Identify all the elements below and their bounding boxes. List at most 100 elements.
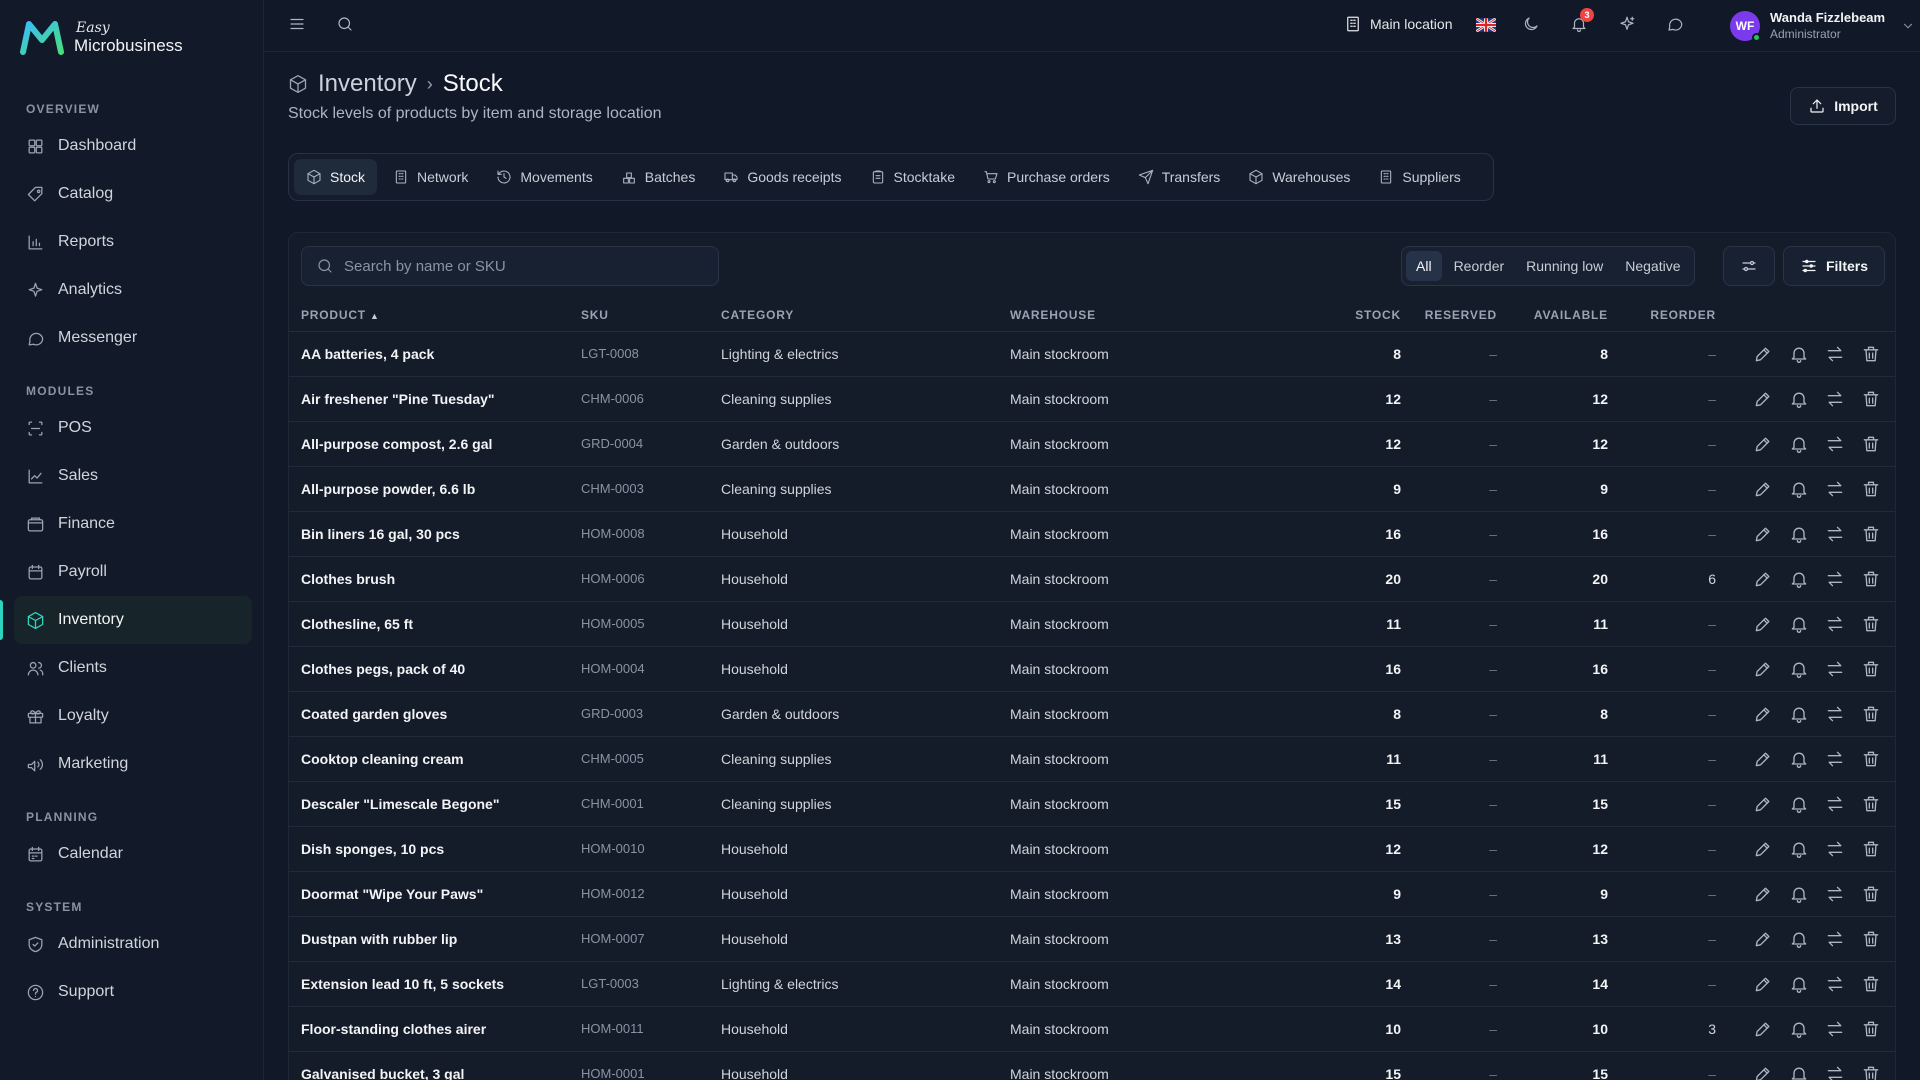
sidebar-item-reports[interactable]: Reports <box>14 218 252 266</box>
filter-reorder-button[interactable]: Reorder <box>1444 251 1515 281</box>
alert-button[interactable] <box>1789 344 1809 364</box>
column-header-warehouse[interactable]: WAREHOUSE <box>1010 299 1322 332</box>
edit-button[interactable] <box>1753 749 1773 769</box>
delete-button[interactable] <box>1861 434 1881 454</box>
alert-button[interactable] <box>1789 929 1809 949</box>
tab-warehouses[interactable]: Warehouses <box>1236 159 1362 195</box>
alert-button[interactable] <box>1789 839 1809 859</box>
delete-button[interactable] <box>1861 524 1881 544</box>
column-header-stock[interactable]: STOCK <box>1322 299 1401 332</box>
edit-button[interactable] <box>1753 569 1773 589</box>
edit-button[interactable] <box>1753 839 1773 859</box>
sidebar-item-support[interactable]: Support <box>14 968 252 1016</box>
transfer-button[interactable] <box>1825 794 1845 814</box>
table-row[interactable]: Air freshener "Pine Tuesday" CHM-0006 Clea… <box>289 376 1895 422</box>
alert-button[interactable] <box>1789 389 1809 409</box>
transfer-button[interactable] <box>1825 1064 1845 1080</box>
edit-button[interactable] <box>1753 434 1773 454</box>
table-row[interactable]: Coated garden gloves GRD-0003 Garden & out… <box>289 691 1895 737</box>
filter-running-low-button[interactable]: Running low <box>1516 251 1613 281</box>
alert-button[interactable] <box>1789 479 1809 499</box>
table-row[interactable]: Clothes pegs, pack of 40 HOM-0004 Househol… <box>289 646 1895 692</box>
breadcrumb-inventory[interactable]: Inventory <box>318 70 417 98</box>
sidebar-item-clients[interactable]: Clients <box>14 644 252 692</box>
alert-button[interactable] <box>1789 1064 1809 1080</box>
menu-icon[interactable] <box>288 15 306 33</box>
tab-goods-receipts[interactable]: Goods receipts <box>711 159 853 195</box>
delete-button[interactable] <box>1861 839 1881 859</box>
search-input[interactable] <box>344 257 704 275</box>
column-header-reorder[interactable]: REORDER <box>1608 299 1716 332</box>
sparkle-icon[interactable] <box>1618 15 1636 33</box>
sidebar-item-analytics[interactable]: Analytics <box>14 266 252 314</box>
sidebar-item-messenger[interactable]: Messenger <box>14 314 252 362</box>
alert-button[interactable] <box>1789 974 1809 994</box>
tab-movements[interactable]: Movements <box>484 159 604 195</box>
transfer-button[interactable] <box>1825 659 1845 679</box>
table-row[interactable]: Doormat "Wipe Your Paws" HOM-0012 Househol… <box>289 871 1895 917</box>
transfer-button[interactable] <box>1825 434 1845 454</box>
moon-icon[interactable] <box>1522 15 1540 33</box>
sidebar-item-dashboard[interactable]: Dashboard <box>14 122 252 170</box>
edit-button[interactable] <box>1753 479 1773 499</box>
column-header-product[interactable]: PRODUCT ▲ <box>289 299 581 332</box>
alert-button[interactable] <box>1789 1019 1809 1039</box>
transfer-button[interactable] <box>1825 524 1845 544</box>
table-row[interactable]: Dish sponges, 10 pcs HOM-0010 Household Mai… <box>289 826 1895 872</box>
edit-button[interactable] <box>1753 524 1773 544</box>
delete-button[interactable] <box>1861 884 1881 904</box>
user-menu[interactable]: WF Wanda Fizzlebeam Administrator <box>1730 10 1915 42</box>
edit-button[interactable] <box>1753 974 1773 994</box>
sidebar-item-finance[interactable]: Finance <box>14 500 252 548</box>
sidebar-item-payroll[interactable]: Payroll <box>14 548 252 596</box>
transfer-button[interactable] <box>1825 974 1845 994</box>
location-selector[interactable]: Main location <box>1344 15 1453 33</box>
sidebar-item-loyalty[interactable]: Loyalty <box>14 692 252 740</box>
edit-button[interactable] <box>1753 1064 1773 1080</box>
alert-button[interactable] <box>1789 614 1809 634</box>
search-box[interactable] <box>301 246 719 286</box>
table-row[interactable]: All-purpose powder, 6.6 lb CHM-0003 Cleani… <box>289 466 1895 512</box>
transfer-button[interactable] <box>1825 344 1845 364</box>
tab-purchase-orders[interactable]: Purchase orders <box>971 159 1122 195</box>
chat-icon[interactable] <box>1666 15 1684 33</box>
delete-button[interactable] <box>1861 614 1881 634</box>
transfer-button[interactable] <box>1825 929 1845 949</box>
transfer-button[interactable] <box>1825 569 1845 589</box>
delete-button[interactable] <box>1861 749 1881 769</box>
edit-button[interactable] <box>1753 1019 1773 1039</box>
alert-button[interactable] <box>1789 884 1809 904</box>
filter-negative-button[interactable]: Negative <box>1615 251 1690 281</box>
brand-logo[interactable]: Easy Microbusiness <box>20 18 183 56</box>
delete-button[interactable] <box>1861 344 1881 364</box>
tab-suppliers[interactable]: Suppliers <box>1366 159 1472 195</box>
edit-button[interactable] <box>1753 659 1773 679</box>
table-row[interactable]: Floor-standing clothes airer HOM-0011 Hous… <box>289 1006 1895 1052</box>
table-row[interactable]: Clothes brush HOM-0006 Household Main stock… <box>289 556 1895 602</box>
transfer-button[interactable] <box>1825 1019 1845 1039</box>
tab-batches[interactable]: Batches <box>609 159 708 195</box>
filters-button[interactable]: Filters <box>1783 246 1885 286</box>
table-row[interactable]: Extension lead 10 ft, 5 sockets LGT-0003 L… <box>289 961 1895 1007</box>
edit-button[interactable] <box>1753 929 1773 949</box>
table-row[interactable]: Galvanised bucket, 3 gal HOM-0001 Househol… <box>289 1051 1895 1080</box>
uk-flag-icon[interactable] <box>1476 18 1496 32</box>
table-row[interactable]: Cooktop cleaning cream CHM-0005 Cleaning s… <box>289 736 1895 782</box>
transfer-button[interactable] <box>1825 479 1845 499</box>
sidebar-item-catalog[interactable]: Catalog <box>14 170 252 218</box>
edit-button[interactable] <box>1753 344 1773 364</box>
alert-button[interactable] <box>1789 704 1809 724</box>
delete-button[interactable] <box>1861 974 1881 994</box>
alert-button[interactable] <box>1789 524 1809 544</box>
delete-button[interactable] <box>1861 659 1881 679</box>
column-settings-button[interactable] <box>1723 246 1775 286</box>
column-header-available[interactable]: AVAILABLE <box>1497 299 1608 332</box>
alert-button[interactable] <box>1789 569 1809 589</box>
sidebar-item-inventory[interactable]: Inventory <box>14 596 252 644</box>
delete-button[interactable] <box>1861 389 1881 409</box>
delete-button[interactable] <box>1861 569 1881 589</box>
filter-all-button[interactable]: All <box>1406 251 1442 281</box>
sidebar-item-pos[interactable]: POS <box>14 404 252 452</box>
transfer-button[interactable] <box>1825 614 1845 634</box>
tab-stocktake[interactable]: Stocktake <box>858 159 967 195</box>
